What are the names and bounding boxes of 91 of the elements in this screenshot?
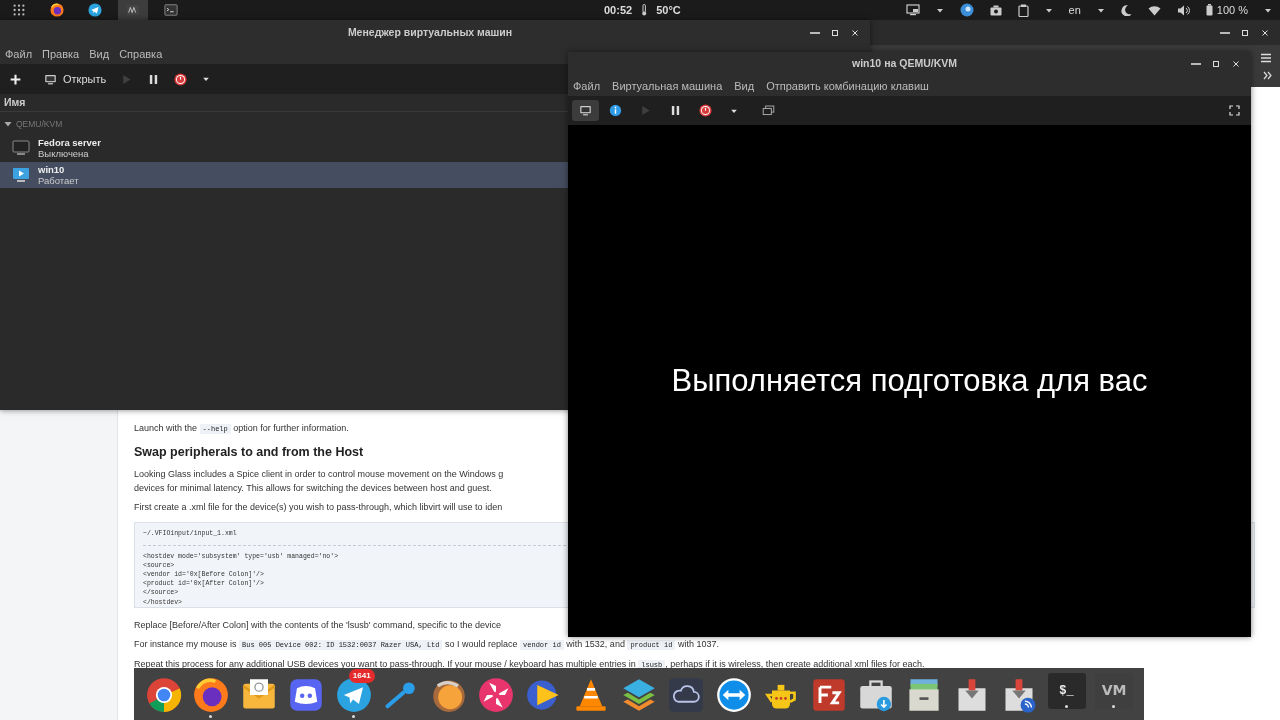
briefcase-download-icon [858, 677, 895, 713]
menu-item[interactable]: Вид [89, 46, 110, 63]
battery-percentage: 100 % [1216, 2, 1248, 18]
clock: 00:52 [604, 2, 633, 18]
maximize-icon [1211, 59, 1221, 69]
close-button[interactable] [850, 27, 860, 38]
maximize-button[interactable] [830, 27, 840, 38]
caret-icon[interactable] [1044, 6, 1053, 14]
expander-icon[interactable] [4, 120, 12, 129]
pause-icon [669, 104, 682, 117]
temperature-reading: 50°C [656, 2, 681, 18]
caret-icon[interactable] [1264, 6, 1272, 14]
power-icon [699, 104, 712, 117]
display-icon[interactable] [905, 4, 920, 16]
caret-icon[interactable] [1096, 6, 1105, 14]
camera-icon[interactable] [989, 4, 1002, 16]
vm-row[interactable]: Fedora server Выключена [0, 134, 568, 161]
vm-name: Fedora server [38, 136, 101, 148]
info-icon [609, 104, 622, 117]
section-heading: Swap peripherals to and from the Host [134, 444, 365, 461]
terminal-icon [164, 3, 178, 17]
cloud-icon [668, 677, 705, 713]
maximize-button[interactable] [1240, 27, 1250, 38]
toolbar-button[interactable] [572, 100, 599, 121]
monitor-icon [579, 104, 592, 117]
column-header[interactable]: Имя [0, 94, 568, 112]
pinwheel-icon [478, 677, 515, 713]
fox-globe-icon [193, 677, 230, 713]
close-icon [1260, 27, 1270, 38]
double-arrow-circle-icon [715, 677, 752, 713]
power-icon [174, 72, 188, 86]
group-label: QEMU/KVM [16, 118, 63, 131]
play-icon [639, 104, 652, 117]
vm-name: win10 [38, 163, 66, 175]
paragraph-text: Replace [Before/After Colon] with the contents of the 'lsusb' command, specific to the device [134, 618, 503, 632]
close-icon [850, 27, 860, 38]
fullscreen-icon [1229, 105, 1240, 116]
monitor-icon [44, 72, 57, 86]
windows-icon [762, 104, 775, 117]
paragraph-text: Looking Glass includes a Spice client in order to control mouse movement on the Windows g [134, 467, 505, 481]
battery-icon [1205, 4, 1213, 16]
fox-globe-icon [50, 3, 64, 17]
toolbar-button[interactable]: Открыть [37, 66, 114, 92]
game-face-icon [288, 677, 325, 713]
menu-icon[interactable] [1260, 53, 1272, 63]
screen-message: Выполняется подготовка для вас [671, 361, 1148, 400]
minimize-icon [1191, 63, 1201, 65]
tricolor-circle-icon [145, 677, 182, 713]
close-button[interactable] [1260, 27, 1270, 38]
menu-item[interactable]: Файл [5, 46, 33, 63]
paragraph-text: devices for minimal latency. This allows for switching the devices between host and guest. [134, 481, 493, 495]
menu-item[interactable]: Отправить комбинацию клавиш [766, 77, 929, 95]
close-button[interactable] [1231, 59, 1241, 69]
paper-plane-icon [335, 677, 372, 713]
keyboard-layout[interactable]: en [1068, 1, 1081, 19]
drawer-icon [906, 677, 942, 713]
double-chevron-icon[interactable] [1263, 71, 1272, 80]
globe-avatar-icon[interactable] [959, 3, 974, 17]
vm-logo-icon [126, 3, 140, 17]
dock-launcher[interactable]: $_ [1047, 672, 1086, 709]
vm-status: Выключена [38, 147, 90, 159]
vm-status: Работает [38, 174, 79, 186]
menu-item[interactable]: Виртуальная машина [612, 77, 723, 95]
apps-grid-icon [12, 3, 26, 17]
maximize-icon [830, 27, 840, 38]
dock-launcher[interactable]: 1641 [334, 669, 373, 719]
maximize-button[interactable] [1211, 59, 1221, 69]
vm-row[interactable]: win10 Работает [0, 161, 568, 188]
paragraph-text: First create a .xml file for the device(s) you wish to pass-through, which libvirt will use to iden [134, 500, 504, 514]
menu-item[interactable]: Правка [42, 46, 80, 63]
speaker-icon[interactable] [1176, 4, 1190, 16]
menu-item[interactable]: Справка [119, 46, 163, 63]
maximize-icon [1240, 27, 1250, 38]
menu-item[interactable]: Вид [734, 77, 755, 95]
window-title: Менеджер виртуальных машин [347, 24, 513, 40]
minimize-icon [1220, 31, 1230, 34]
zigzag-tile-icon [810, 677, 847, 713]
round-creature-icon [430, 677, 467, 713]
unread-count: 1641 [348, 669, 375, 683]
window-title: win10 на QEMU/KVM [852, 56, 957, 72]
play-icon [120, 72, 134, 86]
close-icon [1231, 59, 1241, 69]
thermometer-icon [640, 4, 649, 16]
clipboard-icon[interactable] [1017, 3, 1029, 17]
caret-icon[interactable] [935, 6, 944, 14]
menu-item[interactable]: Файл [573, 77, 601, 95]
plus-icon [9, 72, 22, 86]
minimize-icon [810, 31, 820, 34]
moon-icon[interactable] [1120, 4, 1132, 16]
paper-plane-icon [88, 3, 102, 17]
wifi-icon[interactable] [1147, 4, 1161, 16]
